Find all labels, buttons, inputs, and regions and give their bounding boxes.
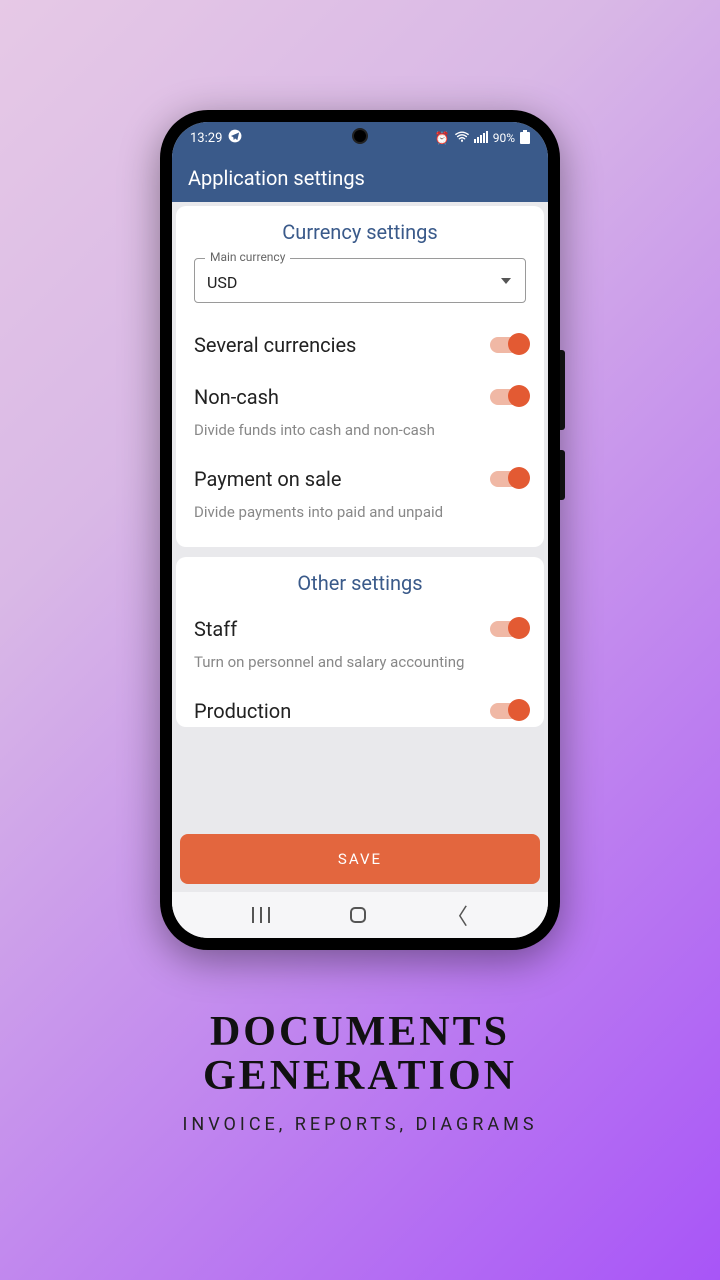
promo-title-line2: GENERATION [182,1054,537,1098]
content[interactable]: Currency settings Main currency USD Seve… [172,202,548,834]
setting-payment-on-sale: Payment on sale Divide payments into pai… [194,447,526,529]
payment-on-sale-toggle[interactable] [490,471,526,487]
setting-label: Staff [194,617,237,641]
alarm-icon: ⏰ [435,131,450,145]
setting-desc: Divide payments into paid and unpaid [194,503,526,521]
non-cash-toggle[interactable] [490,389,526,405]
nav-home-button[interactable] [350,907,366,923]
nav-back-button[interactable]: 〈 [446,899,468,931]
app-bar-title: Application settings [188,166,365,190]
setting-label: Non-cash [194,385,279,409]
several-currencies-toggle[interactable] [490,337,526,353]
staff-toggle[interactable] [490,621,526,637]
wifi-icon [455,131,469,146]
setting-desc: Divide funds into cash and non-cash [194,421,526,439]
phone-side-button [560,450,565,500]
setting-label: Payment on sale [194,467,341,491]
main-currency-dropdown[interactable]: Main currency USD [194,258,526,303]
phone-frame: 13:29 ⏰ 90% Application s [160,110,560,950]
other-section-title: Other settings [194,571,526,595]
other-settings-card: Other settings Staff Turn on personnel a… [176,557,544,727]
battery-icon [520,130,530,147]
screen: 13:29 ⏰ 90% Application s [172,122,548,938]
status-time: 13:29 [190,131,222,146]
currency-settings-card: Currency settings Main currency USD Seve… [176,206,544,547]
setting-staff: Staff Turn on personnel and salary accou… [194,609,526,679]
promo-subtitle: INVOICE, REPORTS, DIAGRAMS [182,1114,537,1135]
dropdown-label: Main currency [205,250,290,264]
phone-side-button [560,350,565,430]
chevron-down-icon [501,278,511,284]
dropdown-value: USD [207,273,237,292]
promo-title-line1: DOCUMENTS [182,1010,537,1054]
currency-section-title: Currency settings [194,220,526,244]
telegram-icon [228,129,242,147]
promo-text: DOCUMENTS GENERATION INVOICE, REPORTS, D… [182,1010,537,1135]
production-toggle[interactable] [490,703,526,719]
save-button[interactable]: SAVE [180,834,540,884]
nav-recent-button[interactable] [252,907,270,923]
camera-cutout [352,128,368,144]
setting-label: Production [194,699,291,723]
setting-desc: Turn on personnel and salary accounting [194,653,526,671]
setting-label: Several currencies [194,333,356,357]
setting-several-currencies: Several currencies [194,313,526,365]
setting-non-cash: Non-cash Divide funds into cash and non-… [194,365,526,447]
signal-icon [474,131,488,146]
app-bar: Application settings [172,154,548,202]
setting-production: Production [194,679,526,723]
android-nav-bar: 〈 [172,892,548,938]
battery-percent: 90% [493,131,515,145]
